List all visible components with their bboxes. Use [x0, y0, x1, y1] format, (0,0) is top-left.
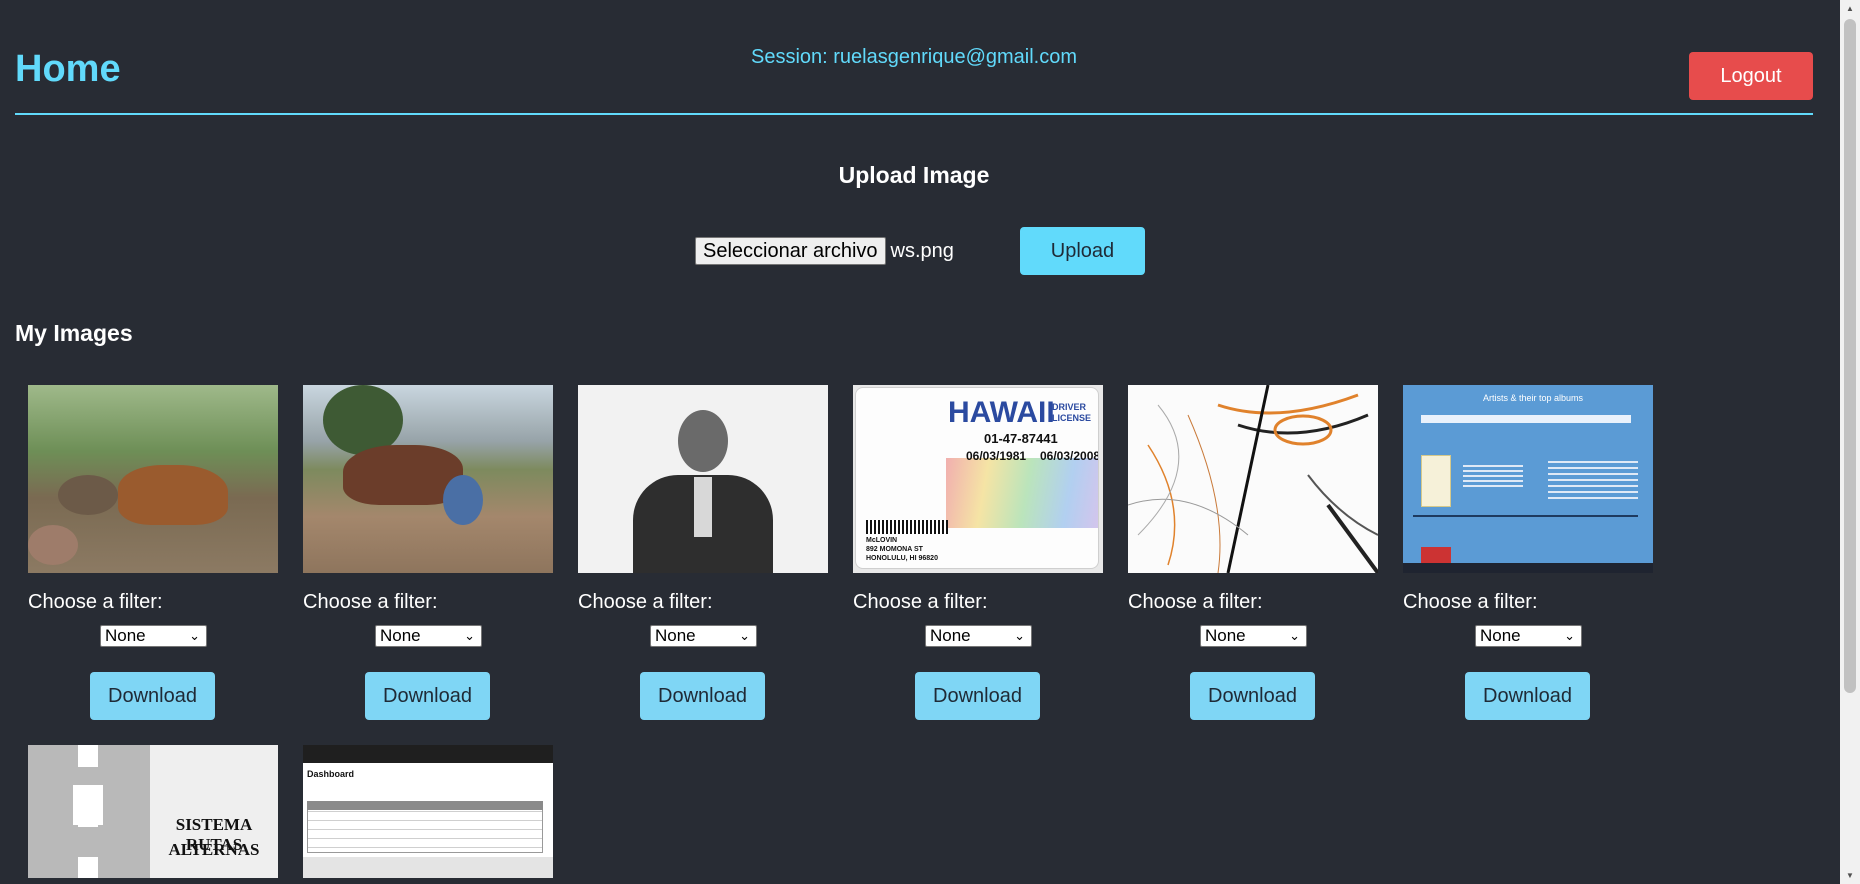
download-button[interactable]: Download [640, 672, 765, 720]
filter-select-value: None [380, 626, 421, 645]
image-thumbnail [578, 385, 828, 573]
license-number: 01-47-87441 [984, 431, 1058, 446]
web-heading: Artists & their top albums [1483, 393, 1584, 403]
image-thumbnail: SISTEMA RUTAS ALTERNAS [28, 745, 278, 878]
dash-title: Dashboard [307, 769, 355, 779]
image-card: Artists & their top albums Choose a filt… [1403, 385, 1653, 720]
image-card: SISTEMA RUTAS ALTERNAS [28, 745, 278, 878]
chevron-down-icon: ⌄ [739, 628, 750, 643]
download-button[interactable]: Download [365, 672, 490, 720]
selected-file-name: ws.png [890, 239, 954, 262]
filter-label: Choose a filter: [1403, 591, 1538, 613]
license-address1: 892 MOMONA ST [866, 546, 923, 553]
chevron-down-icon: ⌄ [189, 628, 200, 643]
image-thumbnail [303, 385, 553, 573]
license-name: McLOVIN [866, 537, 898, 544]
image-thumbnail: Artists & their top albums [1403, 385, 1653, 573]
filter-label: Choose a filter: [853, 591, 988, 613]
session-label: Session: ruelasgenrique@gmail.com [750, 46, 1077, 68]
chevron-down-icon: ⌄ [464, 628, 475, 643]
download-button[interactable]: Download [1465, 672, 1590, 720]
filter-select[interactable]: None ⌄ [650, 625, 757, 647]
chevron-down-icon: ⌄ [1289, 628, 1300, 643]
license-address2: HONOLULU, HI 96820 [866, 555, 938, 562]
filter-select[interactable]: None ⌄ [375, 625, 482, 647]
filter-select[interactable]: None ⌄ [1475, 625, 1582, 647]
image-thumbnail: HAWAII DRIVER LICENSE 01-47-87441 06/03/… [853, 385, 1103, 573]
scroll-up-icon[interactable]: ▲ [1840, 0, 1860, 17]
filter-select-value: None [655, 626, 696, 645]
scroll-down-icon[interactable]: ▼ [1840, 867, 1860, 884]
download-button[interactable]: Download [915, 672, 1040, 720]
image-thumbnail [1128, 385, 1378, 573]
file-picker: Seleccionar archivo ws.png [695, 237, 954, 265]
my-images-title: My Images [15, 320, 133, 346]
image-card: Choose a filter: None ⌄ Download [28, 385, 278, 720]
download-button[interactable]: Download [1190, 672, 1315, 720]
license-type: DRIVER LICENSE [1052, 402, 1092, 423]
filter-label: Choose a filter: [28, 591, 163, 613]
image-thumbnail: Dashboard [303, 745, 553, 878]
filter-select-value: None [1480, 626, 1521, 645]
upload-button[interactable]: Upload [1020, 227, 1145, 275]
filter-select-value: None [930, 626, 971, 645]
image-card: Choose a filter: None ⌄ Download [1128, 385, 1378, 720]
filter-select[interactable]: None ⌄ [925, 625, 1032, 647]
filter-select-value: None [105, 626, 146, 645]
image-card: HAWAII DRIVER LICENSE 01-47-87441 06/03/… [853, 385, 1103, 720]
scrollbar-thumb[interactable] [1844, 19, 1856, 693]
vertical-scrollbar[interactable]: ▲ ▼ [1840, 0, 1860, 884]
header: Home Session: ruelasgenrique@gmail.com L… [15, 0, 1813, 115]
logout-button[interactable]: Logout [1689, 52, 1813, 100]
filter-select[interactable]: None ⌄ [1200, 625, 1307, 647]
chevron-down-icon: ⌄ [1014, 628, 1025, 643]
image-card: Dashboard [303, 745, 553, 878]
filter-select[interactable]: None ⌄ [100, 625, 207, 647]
image-card: Choose a filter: None ⌄ Download [303, 385, 553, 720]
upload-title: Upload Image [838, 162, 990, 188]
filter-label: Choose a filter: [303, 591, 438, 613]
license-dob: 06/03/1981 [966, 449, 1027, 463]
choose-file-button[interactable]: Seleccionar archivo [695, 237, 886, 265]
license-exp: 06/03/2008 [1040, 449, 1099, 463]
filter-label: Choose a filter: [1128, 591, 1263, 613]
filter-label: Choose a filter: [578, 591, 713, 613]
sketch-drawing [1128, 385, 1378, 573]
image-card: Choose a filter: None ⌄ Download [578, 385, 828, 720]
filter-select-value: None [1205, 626, 1246, 645]
download-button[interactable]: Download [90, 672, 215, 720]
rutas-line2: ALTERNAS [168, 840, 260, 859]
chevron-down-icon: ⌄ [1564, 628, 1575, 643]
image-thumbnail [28, 385, 278, 573]
license-state: HAWAII [948, 396, 1055, 429]
